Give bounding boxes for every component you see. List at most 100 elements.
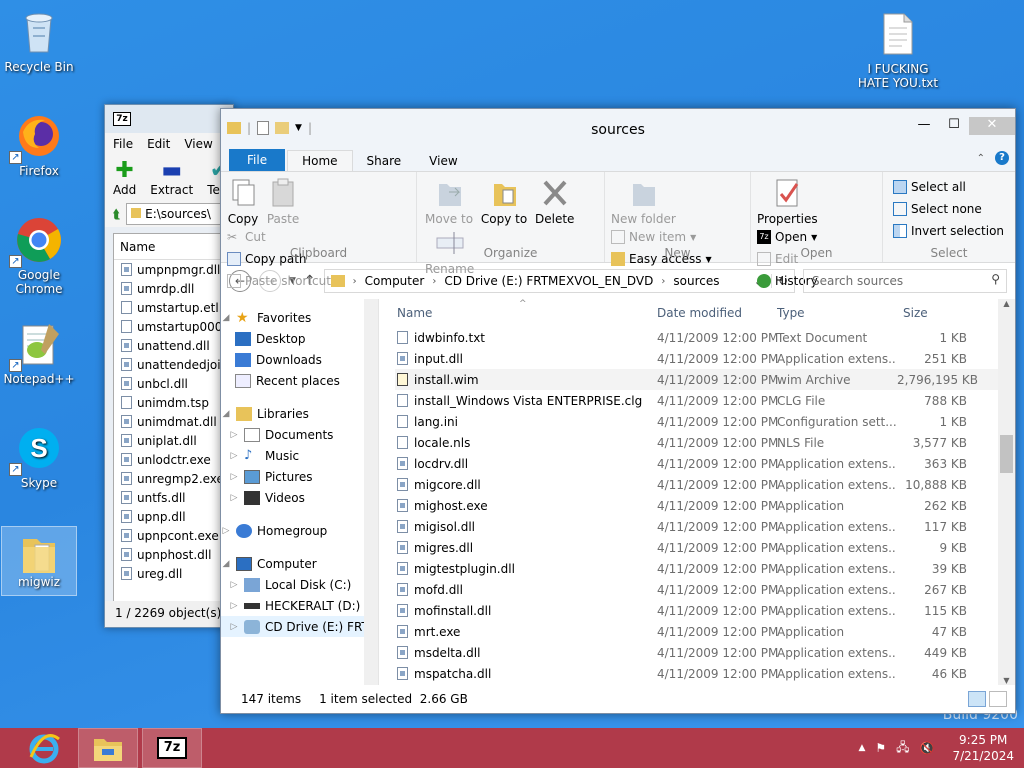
sevenzip-file-list[interactable]: Name umpnpmgr.dll umrdp.dll umstartup.etl u… (113, 233, 233, 627)
nav-favorites[interactable]: ◢ ★ Favorites (221, 307, 378, 328)
details-view-button[interactable] (968, 691, 986, 707)
list-item[interactable]: upnp.dll (114, 507, 232, 526)
list-item[interactable]: upnpcont.exe (114, 526, 232, 545)
clock[interactable]: 9:25 PM 7/21/2024 (952, 732, 1014, 764)
list-item[interactable]: unregmp2.exe (114, 469, 232, 488)
list-item[interactable]: umpnpmgr.dll (114, 260, 232, 279)
table-row[interactable]: locale.nls 4/11/2009 12:00 PM NLS File 3,57… (395, 432, 1015, 453)
table-row[interactable]: migcore.dll 4/11/2009 12:00 PM Application… (395, 474, 1015, 495)
tab-share[interactable]: Share (353, 151, 416, 171)
minimize-button[interactable]: — (909, 117, 939, 135)
list-item[interactable]: umstartup.etl (114, 298, 232, 317)
taskbar-internet-explorer[interactable] (14, 728, 74, 768)
desktop-icon-skype[interactable]: S ↗ Skype (1, 424, 77, 490)
paste-shortcut-button[interactable]: Paste shortcut (227, 270, 331, 292)
tab-home[interactable]: Home (287, 150, 353, 171)
list-item[interactable]: unattendedjoin.dll (114, 355, 233, 374)
maximize-button[interactable]: ☐ (939, 117, 969, 135)
close-button[interactable]: ✕ (969, 117, 1015, 135)
navigation-pane[interactable]: ◢ ★ Favorites Desktop Downloads Recent pla… (221, 299, 379, 685)
nav-documents[interactable]: ▷ Documents (221, 424, 378, 445)
taskbar-sevenzip[interactable]: 7z (142, 728, 202, 768)
menu-view[interactable]: View (184, 137, 212, 151)
table-row[interactable]: input.dll 4/11/2009 12:00 PM Application e… (395, 348, 1015, 369)
explorer-window[interactable]: | ▼ | sources — ☐ ✕ File Home Share View… (220, 108, 1016, 714)
table-row[interactable]: migtestplugin.dll 4/11/2009 12:00 PM Appli… (395, 558, 1015, 579)
list-item[interactable]: uniplat.dll (114, 431, 232, 450)
file-list-scrollbar[interactable]: ▲ ▼ (998, 299, 1015, 685)
copy-button[interactable]: Copy (227, 176, 259, 226)
search-input[interactable]: Search sources ⚲ (803, 269, 1007, 293)
list-item[interactable]: unlodctr.exe (114, 450, 232, 469)
table-row[interactable]: lang.ini 4/11/2009 12:00 PM Configuration … (395, 411, 1015, 432)
help-icon[interactable]: ? (995, 151, 1009, 165)
nav-local-disk[interactable]: ▷ Local Disk (C:) (221, 574, 378, 595)
list-item[interactable]: umrdp.dll (114, 279, 232, 298)
up-folder-icon[interactable]: ⮬ (113, 207, 120, 222)
sevenzip-window[interactable]: 7z File Edit View ✚Add ▬Extract ✔Test ⮬ … (104, 104, 234, 628)
table-row[interactable]: mofinstall.dll 4/11/2009 12:00 PM Applicat… (395, 600, 1015, 621)
extract-button[interactable]: ▬ Extract (150, 159, 193, 198)
nav-libraries[interactable]: ◢ Libraries (221, 403, 378, 424)
table-row[interactable]: mspatcha.dll 4/11/2009 12:00 PM Applicatio… (395, 663, 1015, 684)
properties-button[interactable]: Properties (757, 176, 818, 226)
volume-icon[interactable]: 🔇 (920, 741, 935, 755)
table-row[interactable]: migisol.dll 4/11/2009 12:00 PM Application… (395, 516, 1015, 537)
nav-pictures[interactable]: ▷ Pictures (221, 466, 378, 487)
nav-homegroup[interactable]: ▷ Homegroup (221, 520, 378, 541)
tab-file[interactable]: File (229, 149, 286, 171)
file-list[interactable]: Name ^ Date modified Type Size idwbinfo.… (379, 299, 1015, 685)
nav-desktop[interactable]: Desktop (221, 328, 378, 349)
network-icon[interactable]: 🖧 (896, 738, 909, 759)
ribbon-collapse-icon[interactable]: ⌃ (977, 153, 985, 164)
table-row[interactable]: migres.dll 4/11/2009 12:00 PM Application … (395, 537, 1015, 558)
nav-recent-places[interactable]: Recent places (221, 370, 378, 391)
table-row[interactable]: idwbinfo.txt 4/11/2009 12:00 PM Text Docum… (395, 327, 1015, 348)
show-hidden-icons-button[interactable]: ▲ (858, 743, 865, 753)
table-row[interactable]: install_Windows Vista ENTERPRISE.clg 4/11… (395, 390, 1015, 411)
column-header-date[interactable]: Date modified (657, 306, 777, 320)
new-folder-button[interactable]: New folder (611, 176, 676, 226)
scroll-up-arrow[interactable]: ▲ (998, 299, 1015, 308)
menu-edit[interactable]: Edit (147, 137, 170, 151)
column-header-type[interactable]: Type (777, 306, 897, 320)
paste-button[interactable]: Paste (267, 176, 299, 226)
open-button[interactable]: 7z Open ▼ (757, 226, 818, 248)
nav-downloads[interactable]: Downloads (221, 349, 378, 370)
list-item[interactable]: ureg.dll (114, 564, 232, 583)
address-bar[interactable]: › Computer › CD Drive (E:) FRTMEXVOL_EN_… (323, 269, 795, 293)
list-item[interactable]: unbcl.dll (114, 374, 232, 393)
list-item[interactable]: umstartup000.etl (114, 317, 233, 336)
taskbar-file-explorer[interactable] (78, 728, 138, 768)
list-item[interactable]: unimdm.tsp (114, 393, 232, 412)
nav-heckeralt[interactable]: ▷ HECKERALT (D:) (221, 595, 378, 616)
nav-scrollbar[interactable] (364, 299, 378, 685)
copy-to-button[interactable]: Copy to (481, 176, 527, 226)
table-row[interactable]: mighost.exe 4/11/2009 12:00 PM Application… (395, 495, 1015, 516)
desktop-icon-migwiz[interactable]: migwiz (1, 526, 77, 596)
list-item[interactable]: unattend.dll (114, 336, 232, 355)
large-icons-view-button[interactable] (989, 691, 1007, 707)
new-item-button[interactable]: New item ▼ (611, 226, 712, 248)
tab-view[interactable]: View (415, 151, 471, 171)
move-to-button[interactable]: Move to (425, 176, 473, 226)
add-button[interactable]: ✚ Add (113, 159, 136, 198)
flag-icon[interactable]: ⚑ (875, 741, 886, 755)
breadcrumb-computer[interactable]: Computer (365, 274, 425, 288)
desktop-icon-text-file[interactable]: I FUCKING HATE YOU.txt (856, 10, 940, 90)
breadcrumb-sources[interactable]: sources (673, 274, 719, 288)
column-header-name[interactable]: Name (114, 234, 232, 260)
select-none-button[interactable]: Select none (893, 198, 1009, 220)
nav-cd-drive[interactable]: ▷ CD Drive (E:) FRT (221, 616, 378, 637)
list-item[interactable]: untfs.dll (114, 488, 232, 507)
select-all-button[interactable]: Select all (893, 176, 1009, 198)
column-header-size[interactable]: Size (897, 306, 967, 320)
list-item[interactable]: upnphost.dll (114, 545, 232, 564)
desktop-icon-notepadpp[interactable]: ↗ Notepad++ (1, 320, 77, 386)
desktop-icon-firefox[interactable]: ↗ Firefox (1, 112, 77, 178)
cut-button[interactable]: ✂ Cut (227, 226, 331, 248)
nav-computer[interactable]: ◢ Computer (221, 553, 378, 574)
desktop-icon-recycle-bin[interactable]: Recycle Bin (1, 8, 77, 74)
desktop-icon-chrome[interactable]: ↗ Google Chrome (1, 216, 77, 296)
delete-button[interactable]: Delete (535, 176, 574, 226)
